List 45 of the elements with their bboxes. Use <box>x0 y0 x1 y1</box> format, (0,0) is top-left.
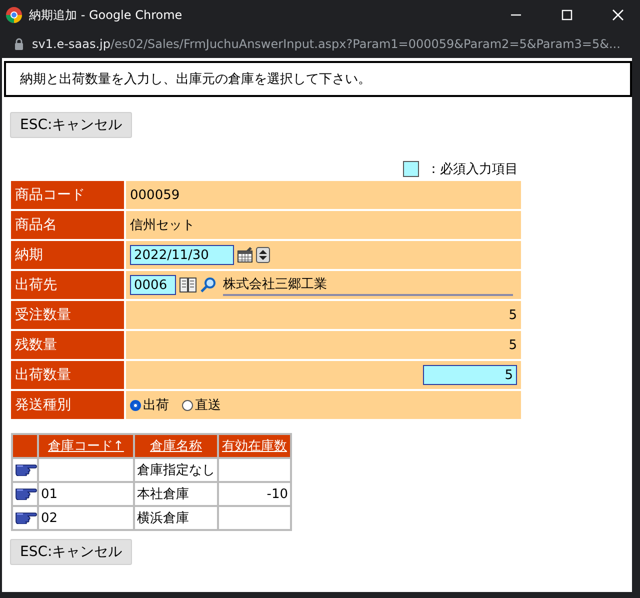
lock-icon <box>14 38 24 50</box>
customer-name-field: 株式会社三郷工業 <box>223 274 513 296</box>
search-icon[interactable] <box>200 277 216 293</box>
radio-label[interactable]: 直送 <box>195 396 221 414</box>
table-cell: 横浜倉庫 <box>134 506 218 530</box>
field-value: 信州セット <box>130 217 195 234</box>
calendar-icon[interactable] <box>237 247 253 263</box>
radio-button[interactable] <box>130 400 141 410</box>
customer-code-field[interactable]: 0006 <box>130 275 176 295</box>
field-label: 出荷数量 <box>11 361 124 389</box>
date-field[interactable]: 2022/11/30 <box>130 245 234 265</box>
column-header[interactable]: 倉庫コード↑ <box>38 434 134 458</box>
field-value: 5 <box>508 338 517 352</box>
field-value: 5 <box>508 308 517 322</box>
column-header[interactable]: 有効在庫数 <box>218 434 291 458</box>
browser-logo-icon <box>6 7 22 23</box>
legend-text: ：必須入力項目 <box>427 161 518 178</box>
table-cell: -10 <box>218 482 291 506</box>
radio-button[interactable] <box>182 400 193 410</box>
table-cell: 02 <box>38 506 134 530</box>
cancel-button[interactable]: ESC:キャンセル <box>10 539 132 565</box>
cancel-button[interactable]: ESC:キャンセル <box>10 112 132 138</box>
table-cell: 01 <box>38 482 134 506</box>
spinner-icon[interactable] <box>256 247 270 263</box>
instruction-message: 納期と出荷数量を入力し、出庫元の倉庫を選択して下さい。 <box>4 61 632 97</box>
url-path[interactable]: /es02/Sales/FrmJuchuAnswerInput.aspx?Param1=000059&Param2=5&Param3=5&... <box>110 37 620 51</box>
book-icon[interactable] <box>179 277 197 293</box>
url-host[interactable]: sv1.e-saas.jp <box>32 37 110 51</box>
window-title: 納期追加 - Google Chrome <box>29 6 182 24</box>
field-value: 000059 <box>130 188 180 202</box>
column-header[interactable]: 倉庫名称 <box>134 434 218 458</box>
field-label: 商品名 <box>11 211 124 239</box>
radio-label[interactable]: 出荷 <box>143 396 169 414</box>
field-label: 納期 <box>11 241 124 269</box>
field-label: 発送種別 <box>11 391 124 419</box>
required-color-swatch <box>403 161 419 177</box>
field-label: 受注数量 <box>11 301 124 329</box>
field-label: 出荷先 <box>11 271 124 299</box>
table-cell: 本社倉庫 <box>134 482 218 506</box>
maximize-icon[interactable] <box>561 9 573 21</box>
table-cell: 倉庫指定なし <box>134 458 218 482</box>
field-label: 残数量 <box>11 331 124 359</box>
field-label: 商品コード <box>11 181 124 209</box>
quantity-field[interactable]: 5 <box>423 365 517 385</box>
close-icon[interactable] <box>612 9 624 21</box>
